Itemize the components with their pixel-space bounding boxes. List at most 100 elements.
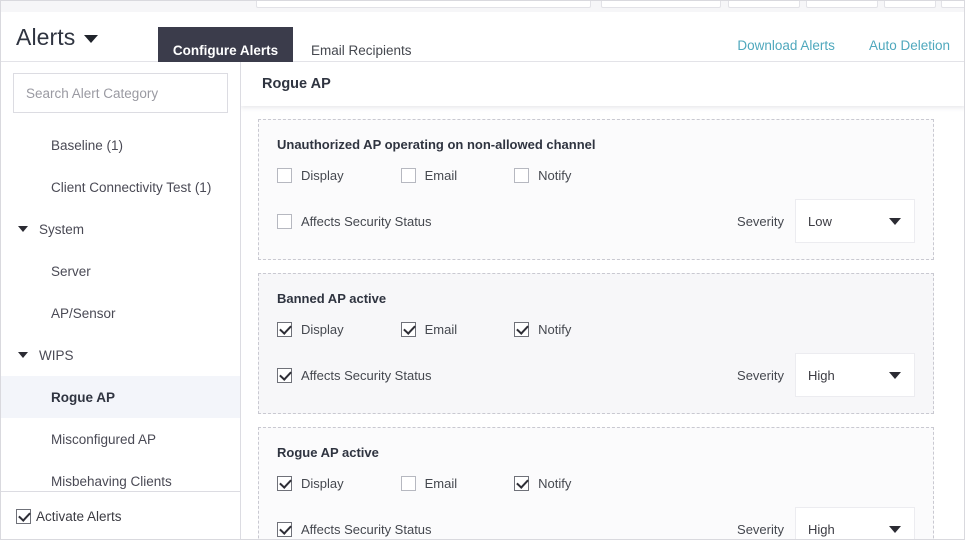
sidebar-item-label: Server bbox=[51, 263, 91, 279]
alert-card: Rogue AP active Display Email Notify Aff… bbox=[258, 427, 934, 539]
sidebar-item-label: AP/Sensor bbox=[51, 305, 116, 321]
chevron-down-icon bbox=[889, 217, 901, 225]
sidebar-scroll-area[interactable]: Baseline (1) Client Connectivity Test (1… bbox=[1, 62, 240, 491]
chevron-down-icon bbox=[889, 371, 901, 379]
sidebar-item-misconfigured-ap[interactable]: Misconfigured AP bbox=[1, 418, 240, 460]
sidebar-item-label: Rogue AP bbox=[51, 389, 115, 405]
tab-configure-alerts-label: Configure Alerts bbox=[172, 42, 279, 58]
sidebar-item-baseline[interactable]: Baseline (1) bbox=[1, 124, 240, 166]
notify-checkbox[interactable] bbox=[514, 322, 530, 337]
email-checkbox[interactable] bbox=[400, 476, 416, 491]
affects-security-status-label: Affects Security Status bbox=[301, 367, 432, 383]
category-nav: Baseline (1) Client Connectivity Test (1… bbox=[1, 124, 240, 491]
alert-card-title: Unauthorized AP operating on non-allowed… bbox=[277, 137, 596, 152]
alert-card: Unauthorized AP operating on non-allowed… bbox=[258, 119, 934, 260]
alerts-configuration-window: Alerts Configure Alerts Email Recipients… bbox=[0, 0, 965, 540]
severity-value: High bbox=[808, 367, 835, 383]
triangle-expanded-icon bbox=[18, 352, 28, 358]
affects-security-status-group[interactable]: Affects Security Status bbox=[277, 521, 432, 537]
alert-settings-panel: Rogue AP Unauthorized AP operating on no… bbox=[241, 62, 964, 539]
severity-label: Severity bbox=[737, 367, 784, 383]
email-label: Email bbox=[424, 476, 458, 491]
severity-zone: Severity Low bbox=[737, 199, 915, 243]
notify-label: Notify bbox=[538, 168, 572, 183]
alert-card-bottom-row: Affects Security Status Severity High bbox=[277, 353, 915, 397]
alert-card-bottom-row: Affects Security Status Severity High bbox=[277, 507, 915, 539]
activate-alerts-row[interactable]: Activate Alerts bbox=[1, 491, 240, 539]
affects-security-status-group[interactable]: Affects Security Status bbox=[277, 213, 432, 229]
display-label: Display bbox=[301, 168, 344, 183]
chevron-down-icon bbox=[84, 35, 99, 43]
email-label: Email bbox=[424, 322, 458, 337]
notify-checkbox[interactable] bbox=[514, 476, 530, 491]
search-wrapper bbox=[1, 62, 240, 113]
email-checkbox-group[interactable]: Email bbox=[400, 168, 457, 183]
display-checkbox[interactable] bbox=[277, 168, 292, 183]
alert-card: Banned AP active Display Email Notify Af… bbox=[258, 273, 934, 414]
severity-label: Severity bbox=[737, 521, 784, 537]
sidebar-item-misbehaving-clients[interactable]: Misbehaving Clients bbox=[1, 460, 240, 491]
sidebar-item-label: System bbox=[39, 221, 85, 237]
display-label: Display bbox=[301, 322, 344, 337]
sidebar-item-label: Baseline (1) bbox=[51, 137, 124, 153]
severity-label: Severity bbox=[737, 213, 784, 229]
email-checkbox[interactable] bbox=[400, 322, 416, 337]
page-header: Alerts Configure Alerts Email Recipients… bbox=[1, 12, 964, 73]
notify-checkbox[interactable] bbox=[514, 168, 530, 183]
sidebar-group-wips[interactable]: WIPS bbox=[1, 334, 240, 376]
notify-checkbox-group[interactable]: Notify bbox=[514, 476, 571, 491]
notify-label: Notify bbox=[538, 322, 572, 337]
affects-security-status-checkbox[interactable] bbox=[277, 367, 292, 383]
email-checkbox-group[interactable]: Email bbox=[400, 476, 458, 491]
sidebar-item-label: Misconfigured AP bbox=[51, 431, 157, 447]
auto-deletion-link[interactable]: Auto Deletion bbox=[869, 38, 950, 53]
severity-value: Low bbox=[808, 213, 832, 229]
affects-security-status-group[interactable]: Affects Security Status bbox=[277, 367, 432, 383]
triangle-expanded-icon bbox=[18, 226, 28, 232]
content-title: Rogue AP bbox=[262, 76, 331, 92]
sidebar-item-label: Misbehaving Clients bbox=[51, 473, 172, 489]
cut-off-toolbar-strip bbox=[1, 1, 964, 12]
affects-security-status-checkbox[interactable] bbox=[277, 213, 292, 229]
alert-category-sidebar: Baseline (1) Client Connectivity Test (1… bbox=[1, 62, 241, 539]
notify-label: Notify bbox=[538, 476, 572, 491]
sidebar-item-rogue-ap[interactable]: Rogue AP bbox=[1, 376, 240, 418]
display-checkbox-group[interactable]: Display bbox=[277, 168, 344, 183]
severity-zone: Severity High bbox=[737, 353, 915, 397]
alert-card-title: Banned AP active bbox=[277, 291, 387, 306]
alert-cards-scroll-area[interactable]: Unauthorized AP operating on non-allowed… bbox=[241, 106, 964, 539]
sidebar-item-server[interactable]: Server bbox=[1, 250, 240, 292]
alert-card-bottom-row: Affects Security Status Severity Low bbox=[277, 199, 915, 243]
severity-value: High bbox=[808, 521, 835, 537]
sidebar-item-client-connectivity-test[interactable]: Client Connectivity Test (1) bbox=[1, 166, 240, 208]
display-checkbox[interactable] bbox=[277, 476, 292, 491]
notify-checkbox-group[interactable]: Notify bbox=[514, 168, 571, 183]
activate-alerts-checkbox[interactable] bbox=[16, 508, 31, 524]
activate-alerts-label: Activate Alerts bbox=[36, 508, 122, 524]
sidebar-item-label: WIPS bbox=[39, 347, 74, 363]
header-actions: Download Alerts Auto Deletion bbox=[737, 38, 950, 53]
affects-security-status-label: Affects Security Status bbox=[301, 213, 432, 229]
alerts-menu-button[interactable]: Alerts bbox=[16, 21, 99, 53]
sidebar-group-system[interactable]: System bbox=[1, 208, 240, 250]
alert-card-title: Rogue AP active bbox=[277, 445, 379, 460]
severity-select[interactable]: Low bbox=[795, 199, 915, 243]
sidebar-item-label: Client Connectivity Test (1) bbox=[51, 179, 212, 195]
sidebar-item-ap-sensor[interactable]: AP/Sensor bbox=[1, 292, 240, 334]
notify-checkbox-group[interactable]: Notify bbox=[514, 322, 571, 337]
download-alerts-link[interactable]: Download Alerts bbox=[737, 38, 835, 53]
display-checkbox-group[interactable]: Display bbox=[277, 476, 344, 491]
alert-card-toggle-row: Display Email Notify bbox=[277, 476, 915, 491]
affects-security-status-label: Affects Security Status bbox=[301, 521, 432, 537]
affects-security-status-checkbox[interactable] bbox=[277, 521, 292, 537]
page-title: Alerts bbox=[16, 23, 76, 50]
display-checkbox-group[interactable]: Display bbox=[277, 322, 344, 337]
display-checkbox[interactable] bbox=[277, 322, 292, 337]
email-checkbox-group[interactable]: Email bbox=[400, 322, 458, 337]
search-alert-category-input[interactable] bbox=[13, 73, 228, 113]
alert-card-toggle-row: Display Email Notify bbox=[277, 168, 915, 183]
email-checkbox[interactable] bbox=[400, 168, 416, 183]
severity-select[interactable]: High bbox=[795, 353, 915, 397]
severity-zone: Severity High bbox=[737, 507, 915, 539]
severity-select[interactable]: High bbox=[795, 507, 915, 539]
